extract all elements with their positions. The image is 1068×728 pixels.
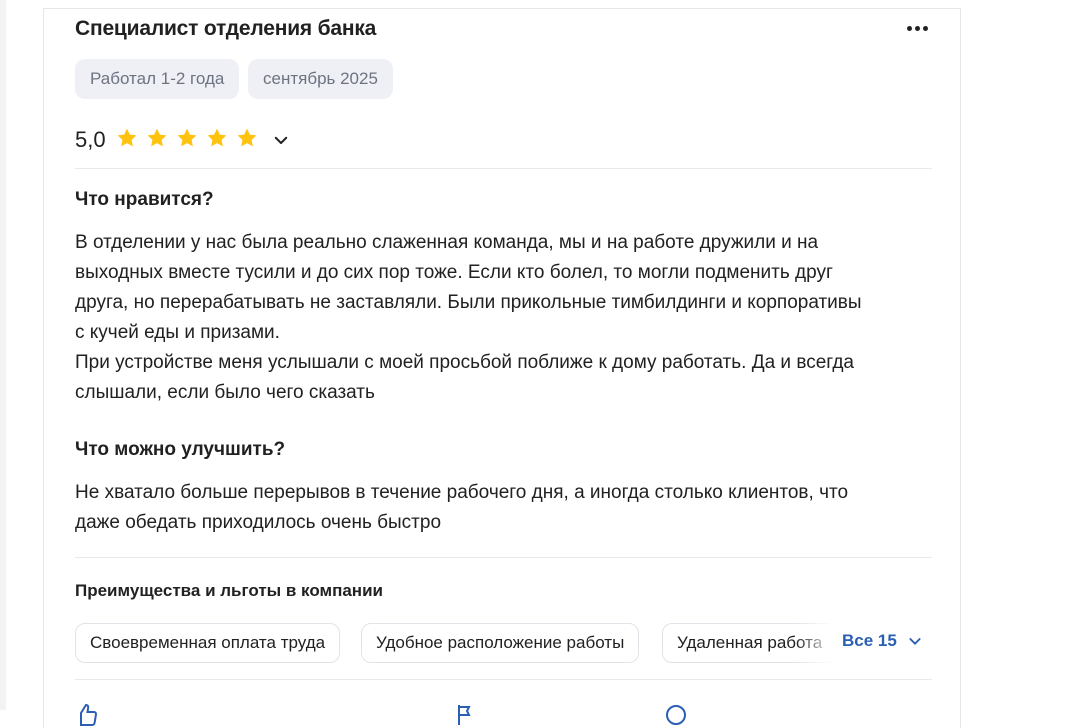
review-card: Специалист отделения банка Работал 1-2 г… bbox=[43, 8, 961, 728]
improve-heading: Что можно улучшить? bbox=[75, 439, 286, 460]
date-tag: сентябрь 2025 bbox=[248, 59, 393, 99]
chevron-down-icon[interactable] bbox=[272, 131, 290, 149]
comment-icon[interactable] bbox=[664, 703, 688, 727]
improve-text: Не хватало больше перерывов в течение ра… bbox=[75, 482, 849, 533]
benefit-chip[interactable]: Своевременная оплата труда bbox=[75, 623, 341, 663]
star-icon bbox=[117, 128, 137, 147]
divider bbox=[75, 557, 932, 558]
show-all-label: Все 15 bbox=[842, 631, 897, 650]
divider bbox=[75, 679, 932, 680]
star-icon bbox=[147, 128, 167, 147]
page-left-edge bbox=[0, 0, 6, 710]
benefits-heading: Преимущества и льготы в компании bbox=[75, 581, 383, 600]
chevron-down-icon bbox=[909, 638, 921, 645]
rating-stars bbox=[116, 127, 258, 149]
benefit-chip[interactable]: Удобное расположение работы bbox=[361, 623, 640, 663]
more-options-icon[interactable] bbox=[904, 15, 930, 41]
benefits-chips: Своевременная оплата труда Удобное распо… bbox=[75, 623, 835, 663]
chips-fade bbox=[795, 623, 835, 663]
review-title: Специалист отделения банка bbox=[75, 17, 377, 40]
likes-heading: Что нравится? bbox=[75, 189, 214, 210]
divider bbox=[75, 168, 932, 169]
experience-tag: Работал 1-2 года bbox=[75, 59, 240, 99]
star-icon bbox=[177, 128, 197, 147]
thumb-icon[interactable] bbox=[454, 703, 478, 727]
star-icon bbox=[207, 128, 227, 147]
like-icon[interactable] bbox=[74, 703, 98, 727]
likes-text: В отделении у нас была реально слаженная… bbox=[75, 232, 862, 403]
star-icon bbox=[237, 128, 257, 147]
rating-value: 5,0 bbox=[75, 127, 106, 152]
show-all-benefits-button[interactable]: Все 15 bbox=[842, 631, 923, 651]
